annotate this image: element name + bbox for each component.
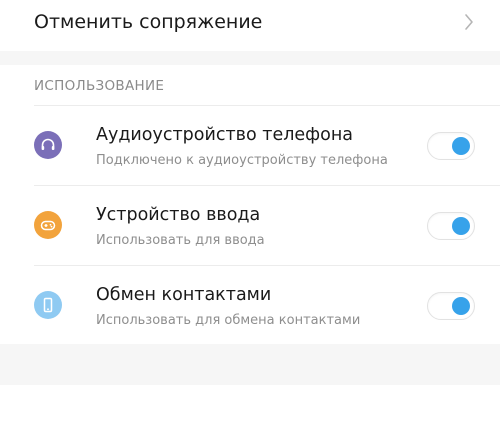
item-subtitle: Использовать для обмена контактами bbox=[96, 313, 361, 328]
usage-section: ИСПОЛЬЗОВАНИЕ Аудиоустройство телефона П… bbox=[0, 65, 500, 344]
item-title: Аудиоустройство телефона bbox=[96, 125, 354, 145]
gamepad-icon bbox=[34, 211, 62, 239]
list-item-phone-audio[interactable]: Аудиоустройство телефона Подключено к ау… bbox=[0, 106, 500, 186]
unpair-label: Отменить сопряжение bbox=[34, 11, 263, 33]
section-gap bbox=[0, 51, 500, 65]
toggle-knob bbox=[452, 137, 470, 155]
contact-sharing-toggle[interactable] bbox=[427, 292, 475, 320]
item-subtitle: Подключено к аудиоустройству телефона bbox=[96, 153, 388, 168]
bottom-gap bbox=[0, 344, 500, 385]
headset-icon bbox=[34, 131, 62, 159]
toggle-knob bbox=[452, 217, 470, 235]
item-subtitle: Использовать для ввода bbox=[96, 233, 265, 248]
bottom-area bbox=[0, 385, 500, 422]
toggle-knob bbox=[452, 297, 470, 315]
section-header-usage: ИСПОЛЬЗОВАНИЕ bbox=[34, 78, 165, 94]
phone-icon bbox=[34, 291, 62, 319]
phone-audio-toggle[interactable] bbox=[427, 132, 475, 160]
list-item-input-device[interactable]: Устройство ввода Использовать для ввода bbox=[0, 186, 500, 266]
item-title: Обмен контактами bbox=[96, 285, 272, 305]
chevron-right-icon bbox=[462, 12, 476, 32]
unpair-row[interactable]: Отменить сопряжение bbox=[0, 0, 500, 51]
list-item-contact-sharing[interactable]: Обмен контактами Использовать для обмена… bbox=[0, 266, 500, 346]
input-device-toggle[interactable] bbox=[427, 212, 475, 240]
item-title: Устройство ввода bbox=[96, 205, 261, 225]
